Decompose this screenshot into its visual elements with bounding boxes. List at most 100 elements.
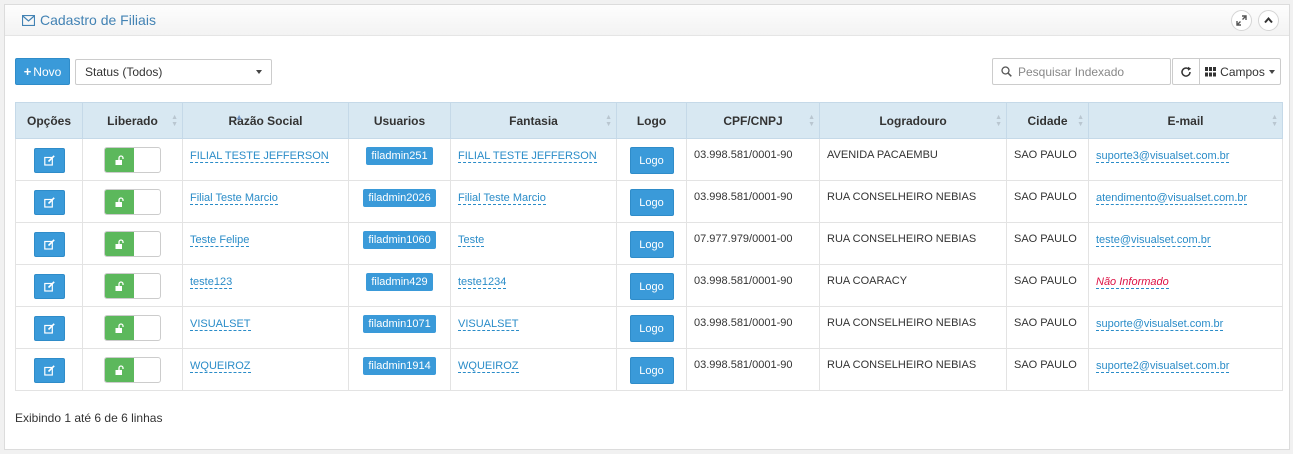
cidade-value: SAO PAULO	[1014, 275, 1077, 287]
logradouro-value: AVENIDA PACAEMBU	[827, 149, 938, 161]
edit-button[interactable]	[33, 190, 65, 215]
chevron-up-icon	[1263, 15, 1274, 26]
razao-social-link[interactable]: FILIAL TESTE JEFFERSON	[190, 150, 329, 163]
edit-icon	[43, 281, 55, 292]
column-header-email[interactable]: E-mail ▲ ▼	[1088, 102, 1283, 139]
liberado-toggle[interactable]	[104, 189, 161, 215]
email-link[interactable]: atendimento@visualset.com.br	[1096, 192, 1248, 205]
logo-button[interactable]: Logo	[629, 147, 674, 174]
column-header-usuarios: Usuarios	[348, 102, 451, 139]
cpf-cnpj-value: 03.998.581/0001-90	[694, 149, 793, 161]
user-badge[interactable]: filadmin1060	[363, 231, 436, 249]
cidade-value: SAO PAULO	[1014, 359, 1077, 371]
table-header-row: Opções Liberado ▲ ▼ Razão Social ▲ Usuarios…	[15, 102, 1283, 139]
cell-logo: Logo	[616, 264, 687, 307]
cell-liberado	[82, 348, 183, 391]
email-link[interactable]: suporte3@visualset.com.br	[1096, 150, 1230, 163]
column-header-logradouro[interactable]: Logradouro ▲ ▼	[819, 102, 1007, 139]
liberado-toggle[interactable]	[104, 147, 161, 173]
columns-button[interactable]: Campos	[1199, 58, 1281, 85]
user-badge[interactable]: filadmin429	[366, 273, 433, 291]
column-header-liberado[interactable]: Liberado ▲ ▼	[82, 102, 183, 139]
logradouro-value: RUA COARACY	[827, 275, 908, 287]
column-header-opcoes: Opções	[15, 102, 83, 139]
table-row: Filial Teste Marcio filadmin2026 Filial …	[15, 180, 1283, 223]
column-header-razao-social[interactable]: Razão Social ▲	[182, 102, 349, 139]
cidade-value: SAO PAULO	[1014, 149, 1077, 161]
cell-cidade: SAO PAULO	[1006, 264, 1089, 307]
cell-cpf-cnpj: 03.998.581/0001-90	[686, 348, 820, 391]
user-badge[interactable]: filadmin1914	[363, 357, 436, 375]
liberado-toggle[interactable]	[104, 273, 161, 299]
logo-button[interactable]: Logo	[629, 273, 674, 300]
fullscreen-button[interactable]	[1231, 9, 1252, 31]
sort-icon: ▲ ▼	[605, 113, 612, 128]
refresh-icon	[1180, 66, 1192, 78]
fantasia-link[interactable]: WQUEIROZ	[458, 360, 519, 373]
logo-button[interactable]: Logo	[629, 357, 674, 384]
column-header-fantasia[interactable]: Fantasia ▲ ▼	[450, 102, 617, 139]
search-box	[992, 58, 1171, 85]
envelope-icon	[22, 14, 35, 26]
column-header-cpf-cnpj[interactable]: CPF/CNPJ ▲ ▼	[686, 102, 820, 139]
status-select[interactable]: Status (Todos)	[75, 59, 272, 85]
column-header-cidade[interactable]: Cidade ▲ ▼	[1006, 102, 1089, 139]
email-link[interactable]: teste@visualset.com.br	[1096, 234, 1211, 247]
cell-fantasia: WQUEIROZ	[450, 348, 617, 391]
unlock-icon	[105, 316, 134, 340]
cell-liberado	[82, 138, 183, 181]
email-link[interactable]: Não Informado	[1096, 276, 1169, 289]
liberado-toggle[interactable]	[104, 357, 161, 383]
cpf-cnpj-value: 03.998.581/0001-90	[694, 191, 793, 203]
fantasia-link[interactable]: Filial Teste Marcio	[458, 192, 546, 205]
cell-usuarios: filadmin429	[348, 264, 451, 307]
user-badge[interactable]: filadmin1071	[363, 315, 436, 333]
status-select-value: Status (Todos)	[85, 65, 163, 79]
search-input[interactable]	[1018, 64, 1158, 79]
edit-button[interactable]	[33, 316, 65, 341]
logo-button[interactable]: Logo	[629, 231, 674, 258]
sort-icon: ▲ ▼	[1271, 113, 1278, 128]
email-link[interactable]: suporte2@visualset.com.br	[1096, 360, 1230, 373]
user-badge[interactable]: filadmin2026	[363, 189, 436, 207]
razao-social-link[interactable]: VISUALSET	[190, 318, 251, 331]
cell-logo: Logo	[616, 138, 687, 181]
cell-cpf-cnpj: 03.998.581/0001-90	[686, 180, 820, 223]
new-button[interactable]: + Novo	[15, 58, 70, 85]
cell-logradouro: RUA CONSELHEIRO NEBIAS	[819, 222, 1007, 265]
cell-cpf-cnpj: 03.998.581/0001-90	[686, 264, 820, 307]
fantasia-link[interactable]: FILIAL TESTE JEFFERSON	[458, 150, 597, 163]
collapse-button[interactable]	[1258, 9, 1279, 31]
cell-email: suporte3@visualset.com.br	[1088, 138, 1283, 181]
edit-button[interactable]	[33, 274, 65, 299]
cell-opcoes	[15, 348, 83, 391]
table-row: FILIAL TESTE JEFFERSON filadmin251 FILIA…	[15, 138, 1283, 181]
filiais-table: Opções Liberado ▲ ▼ Razão Social ▲ Usuarios…	[15, 102, 1283, 391]
razao-social-link[interactable]: teste123	[190, 276, 233, 289]
fantasia-link[interactable]: Teste	[458, 234, 485, 247]
logradouro-value: RUA CONSELHEIRO NEBIAS	[827, 191, 977, 203]
fantasia-link[interactable]: teste1234	[458, 276, 507, 289]
edit-button[interactable]	[33, 148, 65, 173]
razao-social-link[interactable]: Filial Teste Marcio	[190, 192, 278, 205]
liberado-toggle[interactable]	[104, 315, 161, 341]
razao-social-link[interactable]: Teste Felipe	[190, 234, 250, 247]
edit-button[interactable]	[33, 358, 65, 383]
liberado-toggle[interactable]	[104, 231, 161, 257]
edit-button[interactable]	[33, 232, 65, 257]
cell-email: teste@visualset.com.br	[1088, 222, 1283, 265]
logo-button[interactable]: Logo	[629, 315, 674, 342]
unlock-icon	[105, 274, 134, 298]
cell-opcoes	[15, 180, 83, 223]
logo-button[interactable]: Logo	[629, 189, 674, 216]
refresh-button[interactable]	[1172, 58, 1200, 85]
user-badge[interactable]: filadmin251	[366, 147, 433, 165]
cell-razao-social: Teste Felipe	[182, 222, 349, 265]
email-link[interactable]: suporte@visualset.com.br	[1096, 318, 1224, 331]
caret-down-icon	[1268, 69, 1275, 74]
cpf-cnpj-value: 03.998.581/0001-90	[694, 275, 793, 287]
cell-opcoes	[15, 222, 83, 265]
grid-icon	[1205, 66, 1217, 77]
fantasia-link[interactable]: VISUALSET	[458, 318, 519, 331]
razao-social-link[interactable]: WQUEIROZ	[190, 360, 251, 373]
